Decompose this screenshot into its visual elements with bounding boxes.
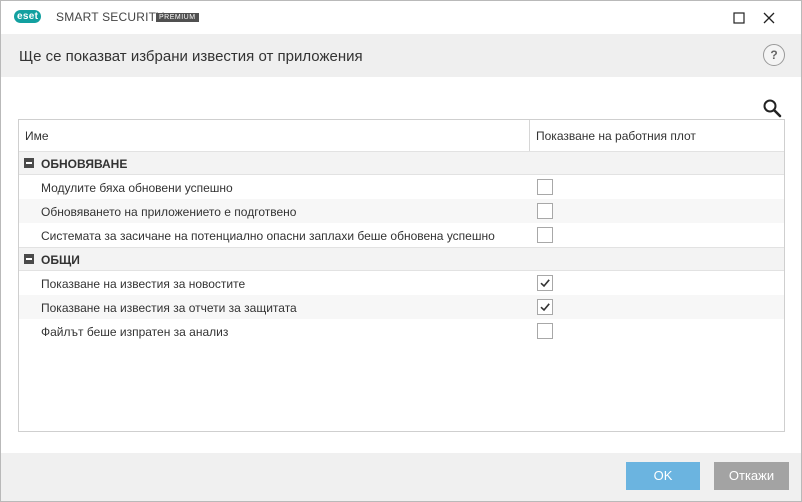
notification-label: Показване на известия за отчети за защит…	[41, 301, 297, 315]
collapse-icon[interactable]	[24, 254, 34, 264]
group-row-general[interactable]: ОБЩИ	[19, 247, 784, 271]
maximize-button[interactable]	[728, 7, 750, 29]
notification-label: Системата за засичане на потенциално опа…	[41, 229, 495, 243]
desktop-checkbox[interactable]	[537, 275, 553, 291]
dialog-header: Ще се показват избрани известия от прило…	[1, 34, 801, 77]
search-icon	[763, 99, 782, 118]
group-row-update[interactable]: ОБНОВЯВАНЕ	[19, 151, 784, 175]
eset-logo: eset	[14, 10, 42, 23]
notifications-table: Име Показване на работния плот ОБНОВЯВАН…	[18, 119, 785, 432]
column-header-name[interactable]: Име	[25, 129, 49, 143]
title-bar: eset SMART SECURITY PREMIUM	[1, 1, 801, 34]
help-button[interactable]: ?	[763, 44, 785, 66]
close-button[interactable]	[758, 7, 780, 29]
table-row[interactable]: Показване на известия за новостите	[19, 271, 784, 295]
table-row[interactable]: Модулите бяха обновени успешно	[19, 175, 784, 199]
ok-button[interactable]: OK	[626, 462, 700, 490]
column-separator[interactable]	[529, 120, 530, 151]
notification-label: Показване на известия за новостите	[41, 277, 246, 291]
page-title: Ще се показват избрани известия от прило…	[19, 48, 363, 65]
desktop-checkbox[interactable]	[537, 227, 553, 243]
desktop-checkbox[interactable]	[537, 203, 553, 219]
group-label: ОБНОВЯВАНЕ	[41, 157, 128, 171]
notification-label: Файлът беше изпратен за анализ	[41, 325, 229, 339]
notification-label: Модулите бяха обновени успешно	[41, 181, 233, 195]
notification-label: Обновяването на приложението е подготвен…	[41, 205, 297, 219]
edition-badge: PREMIUM	[156, 13, 199, 22]
table-row[interactable]: Показване на известия за отчети за защит…	[19, 295, 784, 319]
desktop-checkbox[interactable]	[537, 179, 553, 195]
search-button[interactable]	[761, 97, 783, 119]
product-name: SMART SECURITY	[56, 10, 165, 24]
group-label: ОБЩИ	[41, 253, 80, 267]
checkmark-icon	[540, 303, 550, 312]
dialog-window: eset SMART SECURITY PREMIUM Ще се показв…	[0, 0, 802, 502]
table-row[interactable]: Обновяването на приложението е подготвен…	[19, 199, 784, 223]
desktop-checkbox[interactable]	[537, 323, 553, 339]
desktop-checkbox[interactable]	[537, 299, 553, 315]
table-header: Име Показване на работния плот	[19, 120, 784, 152]
maximize-icon	[733, 12, 745, 24]
collapse-icon[interactable]	[24, 158, 34, 168]
cancel-button[interactable]: Откажи	[714, 462, 789, 490]
close-icon	[763, 12, 775, 24]
dialog-footer: OK Откажи	[1, 453, 801, 501]
table-row[interactable]: Файлът беше изпратен за анализ	[19, 319, 784, 343]
table-row[interactable]: Системата за засичане на потенциално опа…	[19, 223, 784, 247]
column-header-desktop[interactable]: Показване на работния плот	[536, 129, 696, 143]
checkmark-icon	[540, 279, 550, 288]
